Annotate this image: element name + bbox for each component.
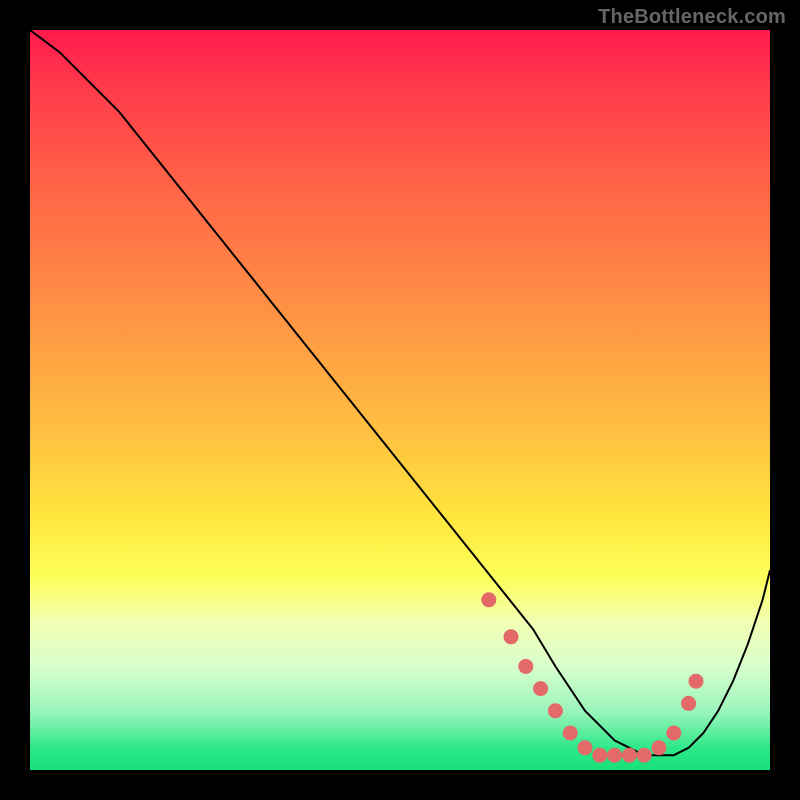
marker-dot [519, 659, 533, 673]
marker-dot [622, 748, 636, 762]
marker-dot [548, 704, 562, 718]
bottleneck-curve [30, 30, 770, 755]
marker-dot [637, 748, 651, 762]
marker-dot [578, 741, 592, 755]
marker-dot [652, 741, 666, 755]
marker-dot [593, 748, 607, 762]
markers-group [482, 593, 703, 762]
marker-dot [682, 696, 696, 710]
chart-frame: TheBottleneck.com [0, 0, 800, 800]
marker-dot [534, 682, 548, 696]
curve-layer [30, 30, 770, 770]
plot-area [30, 30, 770, 770]
marker-dot [667, 726, 681, 740]
marker-dot [504, 630, 518, 644]
marker-dot [563, 726, 577, 740]
marker-dot [689, 674, 703, 688]
watermark-text: TheBottleneck.com [598, 6, 786, 29]
marker-dot [482, 593, 496, 607]
marker-dot [608, 748, 622, 762]
